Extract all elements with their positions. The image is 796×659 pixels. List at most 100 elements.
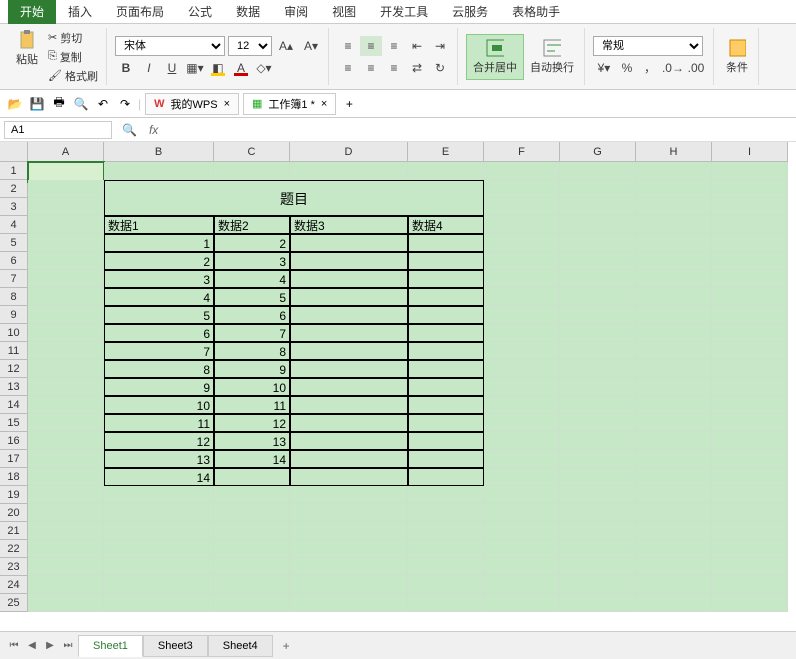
table-header-cell[interactable]: 数据2 <box>214 216 290 234</box>
cell[interactable] <box>636 234 712 252</box>
table-cell[interactable]: 4 <box>104 288 214 306</box>
cell[interactable] <box>712 252 788 270</box>
table-header-cell[interactable]: 数据4 <box>408 216 484 234</box>
increase-font-icon[interactable]: A▴ <box>275 36 297 56</box>
cell[interactable] <box>104 486 214 504</box>
table-cell[interactable]: 1 <box>104 234 214 252</box>
cell[interactable] <box>560 450 636 468</box>
table-cell[interactable]: 14 <box>104 468 214 486</box>
cell[interactable] <box>712 306 788 324</box>
cell[interactable] <box>104 594 214 612</box>
cell[interactable] <box>712 468 788 486</box>
cell[interactable] <box>560 504 636 522</box>
row-header[interactable]: 9 <box>0 306 28 324</box>
cell[interactable] <box>408 162 484 180</box>
cell[interactable] <box>28 504 104 522</box>
undo-icon[interactable]: ↶ <box>94 95 112 113</box>
cell[interactable] <box>712 180 788 198</box>
cell[interactable] <box>560 522 636 540</box>
cell[interactable] <box>484 558 560 576</box>
table-cell[interactable]: 6 <box>104 324 214 342</box>
menu-tab-0[interactable]: 开始 <box>8 0 56 24</box>
row-header[interactable]: 24 <box>0 576 28 594</box>
orientation-button[interactable]: ↻ <box>429 58 451 78</box>
table-cell[interactable] <box>408 270 484 288</box>
cell[interactable] <box>484 576 560 594</box>
cell[interactable] <box>636 594 712 612</box>
align-bottom-button[interactable]: ≡ <box>383 36 405 56</box>
cell[interactable] <box>290 522 408 540</box>
cell[interactable] <box>484 450 560 468</box>
table-cell[interactable]: 11 <box>104 414 214 432</box>
insert-function-icon[interactable]: 🔍 <box>116 123 143 137</box>
align-center-button[interactable]: ≡ <box>360 58 382 78</box>
row-header[interactable]: 8 <box>0 288 28 306</box>
open-icon[interactable]: 📂 <box>6 95 24 113</box>
cell[interactable] <box>484 216 560 234</box>
cell[interactable] <box>636 378 712 396</box>
cell[interactable] <box>408 486 484 504</box>
conditional-format-button[interactable]: 条件 <box>722 37 752 77</box>
table-cell[interactable]: 8 <box>104 360 214 378</box>
sheet-tab[interactable]: Sheet1 <box>78 635 143 657</box>
cell[interactable] <box>484 324 560 342</box>
cell[interactable] <box>560 378 636 396</box>
table-cell[interactable]: 14 <box>214 450 290 468</box>
table-cell[interactable] <box>408 360 484 378</box>
cell[interactable] <box>560 594 636 612</box>
add-tab-icon[interactable]: + <box>340 95 358 113</box>
cell[interactable] <box>636 432 712 450</box>
cell[interactable] <box>214 594 290 612</box>
cell[interactable] <box>484 162 560 180</box>
cell[interactable] <box>560 288 636 306</box>
cell[interactable] <box>712 486 788 504</box>
table-cell[interactable]: 3 <box>104 270 214 288</box>
table-cell[interactable]: 11 <box>214 396 290 414</box>
col-header[interactable]: I <box>712 142 788 162</box>
border-button[interactable]: ▦▾ <box>184 58 206 78</box>
cell[interactable] <box>636 576 712 594</box>
table-cell[interactable]: 13 <box>104 450 214 468</box>
cell[interactable] <box>560 270 636 288</box>
select-all-corner[interactable] <box>0 142 28 162</box>
cell[interactable] <box>712 432 788 450</box>
print-icon[interactable]: 🖶 <box>50 95 68 113</box>
cell[interactable] <box>28 162 104 182</box>
cell[interactable] <box>28 342 104 360</box>
cell[interactable] <box>484 234 560 252</box>
cell[interactable] <box>290 576 408 594</box>
paste-button[interactable]: 粘贴 <box>12 29 42 85</box>
cell[interactable] <box>290 594 408 612</box>
cell[interactable] <box>104 504 214 522</box>
cell[interactable] <box>636 342 712 360</box>
table-cell[interactable] <box>290 378 408 396</box>
cell[interactable] <box>484 378 560 396</box>
table-cell[interactable] <box>290 306 408 324</box>
cell[interactable] <box>560 396 636 414</box>
copy-button[interactable]: ⎘复制 <box>46 48 100 66</box>
cell[interactable] <box>28 450 104 468</box>
cell[interactable] <box>712 360 788 378</box>
cell[interactable] <box>28 378 104 396</box>
table-cell[interactable] <box>408 234 484 252</box>
cell[interactable] <box>28 252 104 270</box>
cell[interactable] <box>28 522 104 540</box>
cell[interactable] <box>28 396 104 414</box>
fx-icon[interactable]: fx <box>143 123 164 137</box>
cell[interactable] <box>484 540 560 558</box>
cell[interactable] <box>712 522 788 540</box>
col-header[interactable]: C <box>214 142 290 162</box>
mywps-tab[interactable]: W 我的WPS × <box>145 93 239 115</box>
cell[interactable] <box>712 450 788 468</box>
row-header[interactable]: 20 <box>0 504 28 522</box>
cell[interactable] <box>560 306 636 324</box>
row-header[interactable]: 3 <box>0 198 28 216</box>
row-header[interactable]: 4 <box>0 216 28 234</box>
wrap-text-button[interactable]: 自动换行 <box>526 37 578 77</box>
table-cell[interactable] <box>290 396 408 414</box>
table-cell[interactable] <box>290 342 408 360</box>
next-sheet-icon[interactable]: ▶ <box>42 638 58 654</box>
cell[interactable] <box>560 432 636 450</box>
cell[interactable] <box>560 162 636 180</box>
cell[interactable] <box>636 324 712 342</box>
